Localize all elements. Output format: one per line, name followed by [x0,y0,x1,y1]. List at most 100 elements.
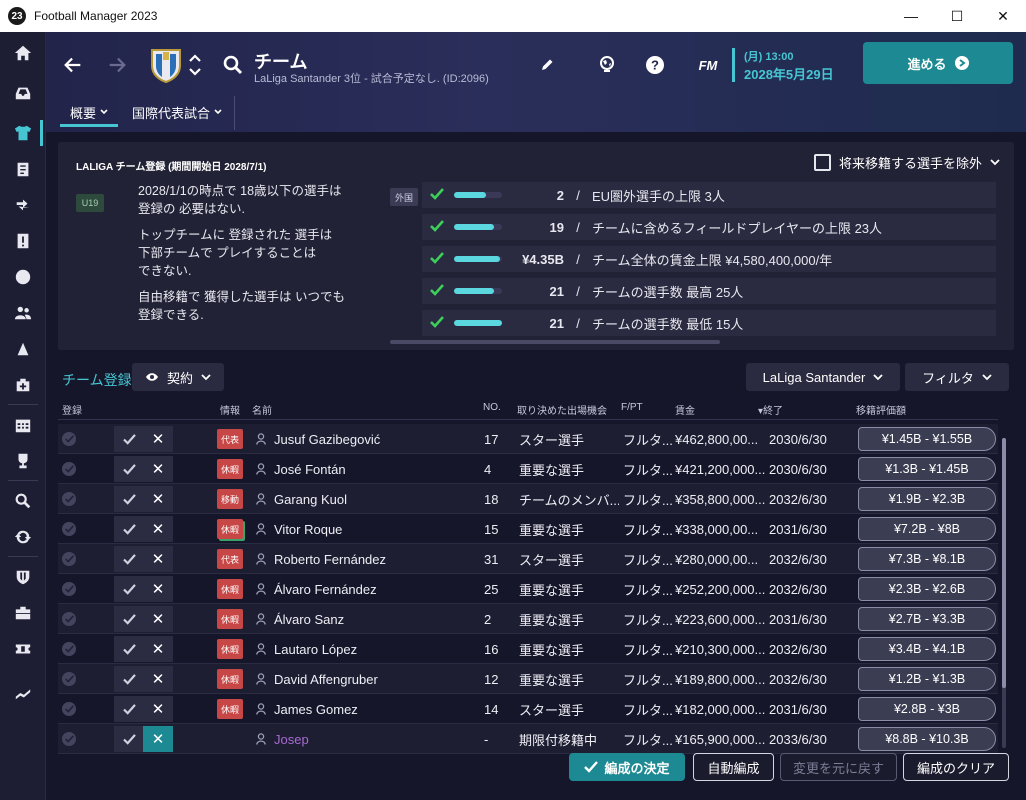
col-name[interactable]: 名前 [252,402,272,417]
refresh-icon[interactable] [0,522,46,552]
player-name[interactable]: José Fontán [274,462,346,477]
player-name[interactable]: Josep [274,732,309,747]
revert-changes-button[interactable]: 変更を元に戻す [780,753,897,781]
finance-icon[interactable] [0,598,46,628]
player-name-cell[interactable]: Vitor Roque [256,514,476,544]
competitions-icon[interactable] [0,446,46,476]
medical-icon[interactable] [0,370,46,400]
panel-scrollbar[interactable] [390,340,720,344]
table-row[interactable]: ✕ 休暇 Lautaro López 16 重要な選手 フルタ... ¥210,300,00… [58,634,998,664]
auto-pick-button[interactable]: 自動編成 [693,753,774,781]
close-window-button[interactable]: ✕ [980,0,1026,32]
continue-button[interactable]: 進める [863,42,1013,84]
help-icon[interactable]: ? [642,52,668,78]
player-name[interactable]: Jusuf Gazibegović [274,432,380,447]
player-name-cell[interactable]: José Fontán [256,454,476,484]
clear-registration-button[interactable]: 編成のクリア [903,753,1009,781]
table-scrollbar-thumb[interactable] [1002,438,1006,688]
player-name-cell[interactable]: Jusuf Gazibegović [256,424,476,454]
league-dropdown[interactable]: LaLiga Santander [746,363,900,391]
table-scrollbar[interactable] [1002,438,1006,748]
player-status-badge[interactable]: 代表 [217,429,243,449]
player-name-cell[interactable]: Garang Kuol [256,484,476,514]
register-check-button[interactable] [114,606,144,632]
table-row[interactable]: ✕ 休暇 David Affengruber 12 重要な選手 フルタ... ¥189,80… [58,664,998,694]
register-check-button[interactable] [114,426,144,452]
col-playing-time[interactable]: 取り決めた出場機会 [517,402,607,417]
contract-view-dropdown[interactable]: 契約 [132,363,224,391]
exclude-checkbox[interactable] [813,154,831,171]
club-switch-icon[interactable] [188,50,202,80]
register-check-button[interactable] [114,576,144,602]
table-row[interactable]: ✕ 休暇 José Fontán 4 重要な選手 フルタ... ¥421,200,000..… [58,454,998,484]
edit-icon[interactable] [534,52,560,78]
player-name[interactable]: Lautaro López [274,642,357,657]
player-name-cell[interactable]: Josep [256,724,476,754]
tab-overview[interactable]: 概要 [70,98,108,126]
col-info[interactable]: 情報 [220,402,240,417]
player-name-cell[interactable]: Álvaro Sanz [256,604,476,634]
exclude-future-transfers-toggle[interactable]: 将来移籍する選手を除外 [813,153,1000,172]
col-number[interactable]: NO. [483,402,501,413]
squad-registration-label[interactable]: チーム登録 [62,370,132,390]
table-row[interactable]: ✕ Josep - 期限付移籍中 フルタ... ¥165,900,000... 2033/6… [58,724,998,754]
register-check-button[interactable] [114,726,144,752]
confirm-registration-button[interactable]: 編成の決定 [569,753,685,781]
register-check-button[interactable] [114,546,144,572]
back-button[interactable] [60,52,86,78]
player-status-badge[interactable]: 休暇 [217,609,243,629]
player-status-badge[interactable]: 移動 [217,489,243,509]
unregister-button[interactable]: ✕ [143,606,173,632]
forward-button[interactable] [104,52,130,78]
unregister-button[interactable]: ✕ [143,456,173,482]
unregister-button[interactable]: ✕ [143,426,173,452]
tickets-icon[interactable] [0,634,46,664]
schedule-icon[interactable] [0,410,46,440]
inbox-icon[interactable] [0,78,46,108]
unregister-button[interactable]: ✕ [143,486,173,512]
match-icon[interactable] [0,262,46,292]
player-status-badge[interactable]: 休暇 [217,579,243,599]
table-row[interactable]: ✕ 移動 Garang Kuol 18 チームのメンバ... フルタ... ¥358,800… [58,484,998,514]
player-status-badge[interactable]: 代表 [217,549,243,569]
club-crest-icon[interactable] [148,46,184,84]
unregister-button[interactable]: ✕ [143,516,173,542]
table-row[interactable]: ✕ 休暇 Álvaro Sanz 2 重要な選手 フルタ... ¥223,600,000..… [58,604,998,634]
col-registration[interactable]: 登録 [62,402,82,417]
table-row[interactable]: ✕ 代表 Roberto Fernández 31 スター選手 フルタ... ¥280,00… [58,544,998,574]
unregister-button[interactable]: ✕ [143,576,173,602]
tactics-icon[interactable] [0,154,46,184]
col-transfer-value[interactable]: 移籍評価額 [856,402,906,417]
player-name-cell[interactable]: James Gomez [256,694,476,724]
register-check-button[interactable] [114,456,144,482]
player-name-cell[interactable]: Álvaro Fernández [256,574,476,604]
club-icon[interactable] [0,562,46,592]
table-row[interactable]: ✕ 休暇 James Gomez 14 スター選手 フルタ... ¥182,000,000.… [58,694,998,724]
player-name[interactable]: Álvaro Fernández [274,582,377,597]
player-status-badge[interactable]: 休暇 [217,699,243,719]
player-status-badge[interactable]: 休暇 [217,639,243,659]
table-row[interactable]: ✕ 代表 Jusuf Gazibegović 17 スター選手 フルタ... ¥462,80… [58,424,998,454]
filter-dropdown[interactable]: フィルタ [905,363,1009,391]
search-icon[interactable] [222,54,244,76]
unregister-button[interactable]: ✕ [143,726,173,752]
player-status-badge[interactable]: 休暇 [217,519,243,539]
scouting-icon[interactable] [0,486,46,516]
trend-icon[interactable] [0,678,46,708]
player-name[interactable]: Roberto Fernández [274,552,386,567]
col-expires[interactable]: ▾終了 [758,402,783,417]
register-check-button[interactable] [114,696,144,722]
register-check-button[interactable] [114,486,144,512]
world-icon[interactable] [594,52,620,78]
player-status-badge[interactable]: 休暇 [217,459,243,479]
register-check-button[interactable] [114,636,144,662]
unregister-button[interactable]: ✕ [143,546,173,572]
table-row[interactable]: ✕ 休暇 Álvaro Fernández 25 重要な選手 フルタ... ¥252,200… [58,574,998,604]
minimize-button[interactable]: — [888,0,934,32]
home-icon[interactable] [0,38,46,68]
training-icon[interactable] [0,334,46,364]
fm-menu-button[interactable]: FM [690,52,726,78]
unregister-button[interactable]: ✕ [143,636,173,662]
register-check-button[interactable] [114,666,144,692]
alerts-icon[interactable] [0,226,46,256]
